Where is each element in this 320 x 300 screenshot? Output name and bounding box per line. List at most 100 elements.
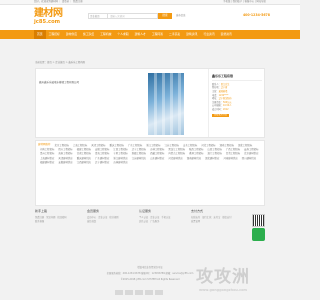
footer-link[interactable]: 免费注册	[35, 216, 44, 219]
footer-link[interactable]: 找回密码	[57, 216, 66, 219]
footer-link[interactable]: 支付宝	[213, 216, 220, 219]
footer-link[interactable]: 积分规则	[109, 216, 118, 219]
tag-link[interactable]: 西藏工程招标	[150, 152, 164, 155]
tag-link[interactable]: 宁夏工程招标	[113, 152, 127, 155]
nav-item[interactable]: 工程问答	[149, 30, 166, 39]
tag-link[interactable]: 江苏工程招标	[165, 144, 179, 147]
tag-link[interactable]: 江西建材供应	[77, 161, 91, 164]
tag-link[interactable]: 河北工程招标	[201, 144, 215, 147]
company-name[interactable]: 鑫乐乐工程有限	[212, 74, 262, 81]
tag-link[interactable]: 浙江工程招标	[146, 144, 160, 147]
tag-link[interactable]: 山西工程招标	[207, 148, 221, 151]
footer-link[interactable]: 诚信档案	[87, 220, 96, 223]
nav-item[interactable]: 工程招标	[46, 30, 63, 39]
search-button[interactable]: 搜索	[158, 13, 172, 19]
tag-link[interactable]: 广东工程招标	[128, 144, 142, 147]
badge-icon[interactable]	[115, 290, 123, 295]
tag-link[interactable]: 上海建材供应	[40, 157, 54, 160]
nav-item[interactable]: 建筑人才	[132, 30, 149, 39]
footer-link[interactable]: 实名认证	[139, 220, 148, 223]
tag-link[interactable]: 重庆建材供应	[77, 157, 91, 160]
tag-link[interactable]: 北京工程招标	[55, 144, 69, 147]
nav-item[interactable]: 行业资讯	[200, 30, 217, 39]
nav-item[interactable]: 装修资讯	[218, 30, 235, 39]
tag-link[interactable]: 福建建材供应	[40, 161, 54, 164]
footer-link[interactable]: 联系客服	[35, 220, 44, 223]
tag-link[interactable]: 河北建材供应	[168, 157, 182, 160]
footer-link[interactable]: 个人认证	[139, 216, 148, 219]
tag-link[interactable]: 湖北工程招标	[238, 144, 252, 147]
tag-link[interactable]: 北京建材供应	[244, 152, 258, 155]
tag-link[interactable]: 上海工程招标	[73, 144, 87, 147]
footer-link[interactable]: 微信支付	[222, 216, 231, 219]
footer-link[interactable]: 手机认证	[161, 216, 170, 219]
tag-link[interactable]: 安徽建材供应	[58, 161, 72, 164]
tag-link[interactable]: 澳门工程招标	[207, 152, 221, 155]
tag-link[interactable]: 浙江建材供应	[113, 157, 127, 160]
nav-item[interactable]: 首页	[34, 30, 46, 39]
nav-item[interactable]: 二手买卖	[166, 30, 183, 39]
tag-link[interactable]: 辽宁工程招标	[132, 148, 146, 151]
footer-link[interactable]: 企业认证	[150, 216, 159, 219]
tag-link[interactable]: 湖北建材供应	[205, 157, 219, 160]
tag-link[interactable]: 河南工程招标	[40, 148, 54, 151]
badge-icon[interactable]	[145, 290, 153, 295]
search-category-select[interactable]: 企业黄页	[88, 13, 108, 19]
tag-link[interactable]: 四川建材供应	[242, 157, 256, 160]
footer-link[interactable]: 银行汇款	[202, 216, 211, 219]
tag-link[interactable]: 吉林工程招标	[150, 148, 164, 151]
tag-link[interactable]: 陕西工程招标	[189, 148, 203, 151]
tag-link[interactable]: 辽宁建材供应	[95, 161, 109, 164]
tag-link[interactable]: 河南建材供应	[223, 157, 237, 160]
footer-license: 增值电信业务经营许可证	[137, 266, 163, 269]
tag-link[interactable]: 云南工程招标	[244, 148, 258, 151]
tag-link[interactable]: 内蒙古工程招标	[168, 152, 185, 155]
search-input[interactable]: 请输入关键词	[108, 13, 158, 19]
tag-link[interactable]: 重庆工程招标	[110, 144, 124, 147]
tag-link[interactable]: 海南工程招标	[58, 152, 72, 155]
tag-link[interactable]: 江西工程招标	[113, 148, 127, 151]
site-logo[interactable]: 建材网 jc85.com	[34, 8, 74, 29]
badge-icon[interactable]	[135, 290, 143, 295]
tag-link[interactable]: 青海工程招标	[95, 152, 109, 155]
tag-link[interactable]: 湖南建材供应	[187, 157, 201, 160]
badge-icon[interactable]	[125, 290, 133, 295]
info-key: 公司规模：	[212, 104, 223, 108]
tag-link[interactable]: 福建工程招标	[77, 148, 91, 151]
top-bar-right[interactable]: 手机版 | 我的账户 | 客服中心 | 网站导航	[223, 0, 266, 3]
tag-link[interactable]: 吉林建材供应	[113, 161, 127, 164]
nav-item[interactable]: 工程机械	[97, 30, 114, 39]
tag-link[interactable]: 台湾工程招标	[226, 152, 240, 155]
tag-link[interactable]: 广西工程招标	[226, 148, 240, 151]
footer-link[interactable]: 发票说明	[191, 220, 200, 223]
tag-link[interactable]: 天津建材供应	[58, 157, 72, 160]
badge-icon[interactable]	[155, 290, 163, 295]
tag-link[interactable]: 山东建材供应	[150, 157, 164, 160]
footer-link[interactable]: 常见问题	[46, 216, 55, 219]
top-bar-left[interactable]: 您好，欢迎来到建材网 ｜ 请登录 ｜ 免费注册	[34, 0, 82, 3]
footer-link[interactable]: 会员中心	[87, 216, 96, 219]
nav-item[interactable]: 施工队伍	[80, 30, 97, 39]
tag-link[interactable]: 天津工程招标	[91, 144, 105, 147]
view-contact-button[interactable]: 查看联系方式	[212, 113, 230, 117]
tag-link[interactable]: 湖南工程招标	[220, 144, 234, 147]
tag-link[interactable]: 山东工程招标	[183, 144, 197, 147]
tag-link[interactable]: 贵州工程招标	[40, 152, 54, 155]
tag-link[interactable]: 四川工程招标	[58, 148, 72, 151]
nav-item[interactable]: 建筑资讯	[183, 30, 200, 39]
tag-link[interactable]: 香港工程招标	[189, 152, 203, 155]
tag-link[interactable]: 黑龙江工程招标	[168, 148, 185, 151]
recommend-tags: 建材网推荐 北京工程招标 上海工程招标 天津工程招标 重庆工程招标 广东工程招标 浙江工程…	[35, 140, 265, 206]
nav-item[interactable]: 建材供应	[63, 30, 80, 39]
tag-link[interactable]: 新疆工程招标	[132, 152, 146, 155]
post-info-link[interactable]: 发布信息	[176, 14, 186, 17]
tag-link[interactable]: 广东建材供应	[95, 157, 109, 160]
tag-link[interactable]: 甘肃工程招标	[77, 152, 91, 155]
nav-item[interactable]: 个人求职	[114, 30, 131, 39]
qr-code-icon	[252, 214, 265, 227]
footer-link[interactable]: 在线支付	[191, 216, 200, 219]
tag-link[interactable]: 安徽工程招标	[95, 148, 109, 151]
footer-link[interactable]: 广告服务	[150, 220, 159, 223]
footer-link[interactable]: 企业认证	[98, 216, 107, 219]
tag-link[interactable]: 江苏建材供应	[132, 157, 146, 160]
